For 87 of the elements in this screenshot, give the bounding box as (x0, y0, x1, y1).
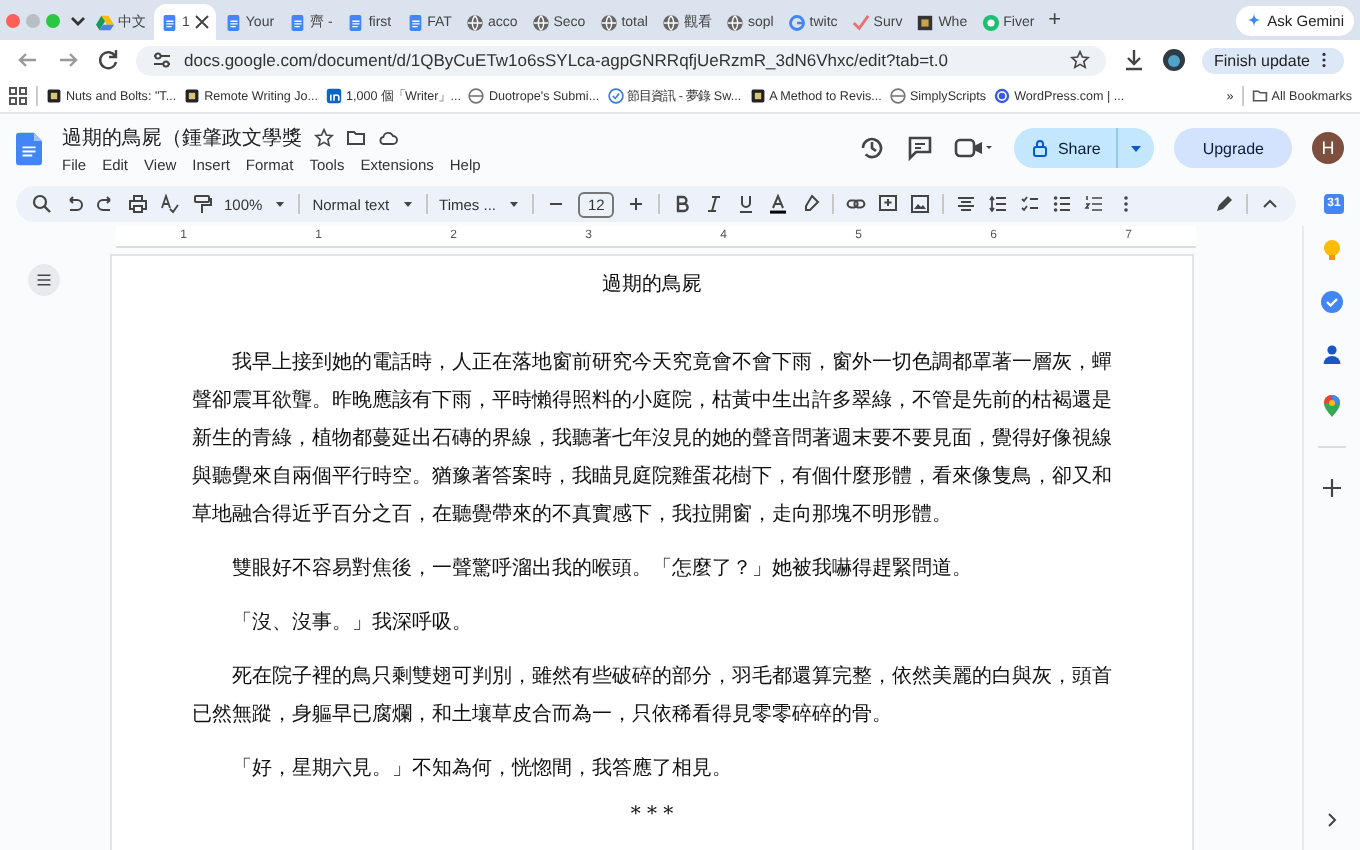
undo-icon[interactable] (64, 194, 84, 214)
folder-icon[interactable] (346, 127, 366, 147)
docs-logo-icon[interactable] (16, 131, 42, 165)
redo-icon[interactable] (96, 194, 116, 214)
back-icon[interactable] (16, 48, 40, 72)
document-title[interactable]: 過期的鳥屍（鍾肇政文學獎 (62, 123, 302, 151)
profile-avatar-icon[interactable] (1161, 48, 1186, 72)
favicon-icon (468, 88, 485, 104)
search-icon[interactable] (32, 194, 52, 214)
text-color-icon[interactable] (768, 194, 789, 214)
close-icon[interactable] (193, 14, 210, 30)
finish-update-button[interactable]: Finish update (1201, 47, 1344, 73)
favicon-icon (465, 13, 484, 31)
favicon-icon (160, 13, 178, 31)
map-pin-icon[interactable] (1320, 394, 1344, 418)
favicon-icon (46, 88, 62, 104)
paragraph: 我早上接到她的電話時，人正在落地窗前研究今天究竟會不會下雨，窗外一切色調都罩著一層灰，蟬聲卻震耳欲聾。昨晚應該有下雨，平時懶得照料的小庭院，枯黃中生出許多翠綠，不管是先前的枯褐還是新生的青綠，植物都蔓延出石磚的界線，我聽著七年沒見的她的聲音問著週末要不要見面，覺得好像視線與聽覺來自兩個平行時空。猶豫著答案時，我瞄見庭院雞蛋花樹下，有個什麼形體，看來像隻鳥，卻又和草地融合得近乎百分之百，在聽覺帶來的不真實感下，我拉開窗，走向那塊不明形體。 (192, 349, 1112, 530)
favicon-icon (981, 13, 1000, 31)
sparkle-icon (1245, 12, 1262, 28)
favicon-icon (405, 13, 424, 31)
paragraph: 死在院子裡的鳥只剩雙翅可判別，雖然有些破碎的部分，羽毛都還算完整，依然美麗的白與灰，頭首已然無蹤，身軀早已腐爛，和土壤草皮合而為一，只依稀看得見零零碎碎的骨。 (192, 663, 1112, 730)
history-icon[interactable] (857, 134, 886, 162)
favicon-icon (326, 88, 343, 104)
outline-button[interactable] (28, 264, 60, 296)
lock-icon (1029, 138, 1050, 158)
caret-icon[interactable] (401, 198, 414, 210)
comment-icon[interactable] (905, 134, 934, 162)
print-icon[interactable] (128, 194, 148, 214)
bold-icon[interactable] (672, 194, 693, 214)
add-icon[interactable] (1320, 476, 1344, 500)
checklist-icon[interactable] (1020, 194, 1041, 214)
paragraph: 「沒、沒事。」我深呼吸。 (230, 609, 474, 638)
favicon-icon (661, 13, 680, 31)
italic-icon[interactable] (704, 194, 725, 214)
add-comment-icon[interactable] (878, 194, 899, 214)
link-icon[interactable] (846, 194, 867, 214)
numbered-list-icon[interactable] (1084, 194, 1105, 214)
caret-icon[interactable] (274, 198, 287, 210)
image-icon[interactable] (910, 194, 931, 214)
account-avatar[interactable]: H (1312, 132, 1344, 164)
favicon-icon (916, 13, 935, 31)
highlighter-icon[interactable] (800, 194, 821, 214)
favicon-icon (346, 13, 365, 31)
paint-format-icon[interactable] (192, 194, 212, 214)
favicon-icon (889, 88, 906, 104)
paragraph: 「好，星期六見。」不知為何，恍惚間，我答應了相見。 (230, 755, 734, 784)
favicon-icon (607, 88, 624, 104)
favicon-icon (749, 88, 766, 104)
apps-grid-icon[interactable] (8, 86, 28, 106)
spellcheck-icon[interactable] (160, 194, 180, 214)
upgrade-button[interactable]: Upgrade (1174, 128, 1292, 168)
favicon-icon (96, 13, 114, 31)
expand-chevron-icon[interactable] (1322, 810, 1342, 830)
tasks-icon[interactable] (1320, 290, 1344, 314)
favicon-icon (725, 13, 744, 31)
bookmark-star-icon[interactable] (1069, 50, 1090, 70)
favicon-icon (531, 13, 550, 31)
document-heading: 過期的鳥屍 (600, 272, 704, 300)
share-options-caret-icon[interactable] (1128, 140, 1145, 156)
plus-icon[interactable] (626, 194, 647, 214)
underline-icon[interactable] (736, 194, 757, 214)
new-tab-button[interactable]: + (1042, 8, 1068, 32)
section-break: * * * (628, 804, 676, 828)
cloud-icon[interactable] (378, 127, 398, 147)
video-call-icon[interactable] (953, 134, 994, 162)
favicon-icon (223, 13, 242, 31)
folder-icon (1251, 88, 1268, 104)
star-icon[interactable] (314, 127, 334, 147)
reload-icon[interactable] (96, 48, 120, 72)
forward-icon[interactable] (56, 48, 80, 72)
favicon-icon (599, 13, 618, 31)
pencil-icon[interactable] (1214, 194, 1234, 214)
align-center-icon[interactable] (956, 194, 977, 214)
line-spacing-icon[interactable] (988, 194, 1009, 214)
address-bar[interactable]: docs.google.com/document/d/1QByCuETw1o6sSYLca-agpGNRRqfjUeRzmR_3dN6Vhxc/edit?tab=t.0 (136, 45, 1106, 75)
bulleted-list-icon[interactable] (1052, 194, 1073, 214)
more-icon (1316, 52, 1332, 68)
favicon-icon (994, 88, 1011, 104)
contacts-icon[interactable] (1320, 342, 1344, 366)
favicon-icon (851, 13, 870, 31)
favicon-icon (184, 88, 201, 104)
favicon-icon (787, 13, 806, 31)
site-settings-icon[interactable] (152, 50, 172, 70)
favicon-icon (288, 13, 307, 31)
download-icon[interactable] (1121, 48, 1146, 72)
caret-icon[interactable] (508, 198, 521, 210)
paragraph: 雙眼好不容易對焦後，一聲驚呼溜出我的喉頭。「怎麼了？」她被我嚇得趕緊問道。 (230, 555, 974, 584)
